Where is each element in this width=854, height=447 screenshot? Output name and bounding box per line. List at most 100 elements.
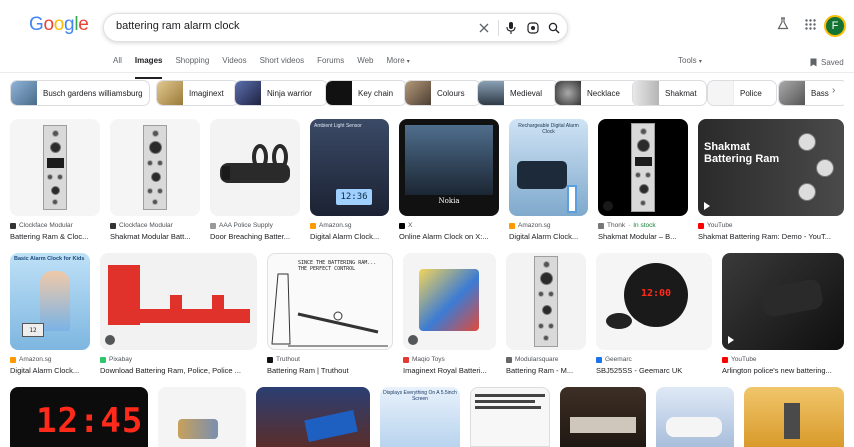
result-title[interactable]: SBJ525SS - Geemarc UK <box>596 366 712 375</box>
chip-imaginext[interactable]: Imaginext <box>156 80 239 106</box>
result-title[interactable]: Digital Alarm Clock... <box>509 232 588 241</box>
image-result[interactable]: Thonk · In stock Shakmat Modular – B... <box>598 119 688 243</box>
image-result[interactable]: Ambient Light Sensor 12:36 Amazon.sg Dig… <box>310 119 389 243</box>
chip-ninja-warrior[interactable]: Ninja warrior <box>234 80 328 106</box>
video-title-overlay: Shakmat Battering Ram <box>704 141 780 165</box>
stock-status: In stock <box>633 222 656 229</box>
result-thumbnail <box>110 119 200 216</box>
favicon <box>310 222 316 229</box>
tab-forums[interactable]: Forums <box>317 54 344 74</box>
source-label: YouTube <box>731 356 757 363</box>
search-box[interactable] <box>103 13 568 42</box>
separator: · <box>628 222 631 229</box>
clear-icon[interactable] <box>476 20 492 36</box>
result-title[interactable]: Online Alarm Clock on X:... <box>399 232 499 241</box>
chip-key-chain[interactable]: Key chain <box>325 80 407 106</box>
chip-thumbnail <box>235 81 261 105</box>
favicon <box>596 356 602 363</box>
favicon <box>100 356 106 363</box>
result-title[interactable]: Door Breaching Batter... <box>210 232 300 241</box>
tools-label: Tools <box>678 56 697 65</box>
chip-thumbnail <box>779 81 805 105</box>
result-source: Pixabay <box>100 356 132 363</box>
image-result[interactable] <box>560 387 646 447</box>
child-figure <box>40 271 70 331</box>
result-title[interactable]: Battering Ram - M... <box>506 366 586 375</box>
image-result[interactable] <box>744 387 844 447</box>
result-title[interactable]: Battering Ram | Truthout <box>267 366 393 375</box>
image-result[interactable]: Clockface Modular Battering Ram & Cloc..… <box>10 119 100 243</box>
chip-label: Ninja warrior <box>267 88 312 98</box>
tab-shopping[interactable]: Shopping <box>175 54 209 74</box>
lcd <box>47 158 64 168</box>
result-title[interactable]: Digital Alarm Clock... <box>10 366 90 375</box>
lens-icon[interactable] <box>525 20 541 36</box>
image-result[interactable]: Rechargeable Digital Alarm Clock Amazon.… <box>509 119 588 243</box>
labs-flask-icon[interactable] <box>777 17 789 35</box>
jack <box>645 172 651 178</box>
image-result[interactable] <box>158 387 246 447</box>
image-result[interactable]: 12:00 Geemarc SBJ525SS - Geemarc UK <box>596 253 712 377</box>
result-title[interactable]: Download Battering Ram, Police, Police .… <box>100 366 257 375</box>
search-input[interactable] <box>116 20 456 32</box>
bed-shaker <box>606 313 632 329</box>
youtube-icon <box>722 356 728 363</box>
chip-shakmat[interactable]: Shakmat <box>632 80 707 106</box>
google-logo[interactable]: Google <box>29 14 89 36</box>
account-avatar[interactable]: F <box>824 15 846 37</box>
result-title[interactable]: Digital Alarm Clock... <box>310 232 389 241</box>
toy-figure <box>178 419 218 439</box>
chevron-right-icon[interactable]: › <box>832 85 835 96</box>
result-thumbnail: Shakmat Battering Ram <box>698 119 844 216</box>
result-title[interactable]: Shakmat Modular Batt... <box>110 232 200 241</box>
tab-images[interactable]: Images <box>134 54 162 79</box>
tab-videos[interactable]: Videos <box>222 54 246 74</box>
chip-necklace[interactable]: Necklace <box>554 80 640 106</box>
chip-police[interactable]: Police <box>707 80 777 106</box>
favicon <box>509 222 515 229</box>
image-result[interactable]: AAA Police Supply Door Breaching Batter.… <box>210 119 300 243</box>
image-result[interactable]: Nokia X Online Alarm Clock on X:... <box>399 119 499 243</box>
image-result[interactable] <box>656 387 734 447</box>
tab-more[interactable]: More ▾ <box>387 54 410 74</box>
text-line <box>475 394 545 397</box>
jack <box>635 172 641 178</box>
image-result[interactable] <box>256 387 370 447</box>
knob <box>149 141 162 154</box>
image-result[interactable]: Shakmat Battering Ram YouTube Shakmat Ba… <box>698 119 844 243</box>
result-title[interactable]: Shakmat Battering Ram: Demo - YouT... <box>698 232 844 241</box>
image-result[interactable]: YouTube Arlington police's new battering… <box>722 253 844 377</box>
search-icon[interactable] <box>546 20 562 36</box>
tab-all[interactable]: All <box>113 54 122 74</box>
result-title[interactable]: Arlington police's new battering... <box>722 366 844 375</box>
mic-icon[interactable] <box>503 20 519 36</box>
saved-link[interactable]: Saved <box>810 58 844 67</box>
module-panel <box>143 125 167 210</box>
chip-medieval[interactable]: Medieval <box>477 80 559 106</box>
tab-short-videos[interactable]: Short videos <box>260 54 304 74</box>
image-result[interactable]: 12:45 <box>10 387 148 447</box>
tab-web[interactable]: Web <box>357 54 373 74</box>
result-title[interactable]: Imaginext Royal Batteri... <box>403 366 496 375</box>
logo-letter: o <box>53 14 65 35</box>
image-result[interactable]: Clockface Modular Shakmat Modular Batt..… <box>110 119 200 243</box>
apps-grid-icon[interactable] <box>805 17 816 35</box>
result-thumbnail <box>506 253 586 350</box>
image-result[interactable] <box>470 387 550 447</box>
image-caption: Ambient Light Sensor <box>314 123 362 129</box>
photo <box>405 125 493 195</box>
image-result[interactable]: Pixabay Download Battering Ram, Police, … <box>100 253 257 377</box>
tools-menu[interactable]: Tools ▾ <box>678 56 702 65</box>
source-label: Thonk <box>607 222 626 229</box>
image-result[interactable]: SINCE THE BATTERING RAM... THE PERFECT C… <box>267 253 393 377</box>
chip-colours[interactable]: Colours <box>404 80 481 106</box>
result-title[interactable]: Battering Ram & Cloc... <box>10 232 100 241</box>
image-result[interactable]: Displays Everything On A 5.5inch Screen <box>380 387 460 447</box>
result-source: Maqio Toys <box>403 356 445 363</box>
image-result[interactable]: Basic Alarm Clock for Kids 12 Amazon.sg … <box>10 253 90 377</box>
image-result[interactable]: Modularsquare Battering Ram - M... <box>506 253 586 377</box>
chip-busch-gardens[interactable]: Busch gardens williamsburg <box>10 80 150 106</box>
result-title[interactable]: Shakmat Modular – B... <box>598 232 688 241</box>
image-result[interactable]: Maqio Toys Imaginext Royal Batteri... <box>403 253 496 377</box>
image-caption: SINCE THE BATTERING RAM... THE PERFECT C… <box>298 260 377 272</box>
